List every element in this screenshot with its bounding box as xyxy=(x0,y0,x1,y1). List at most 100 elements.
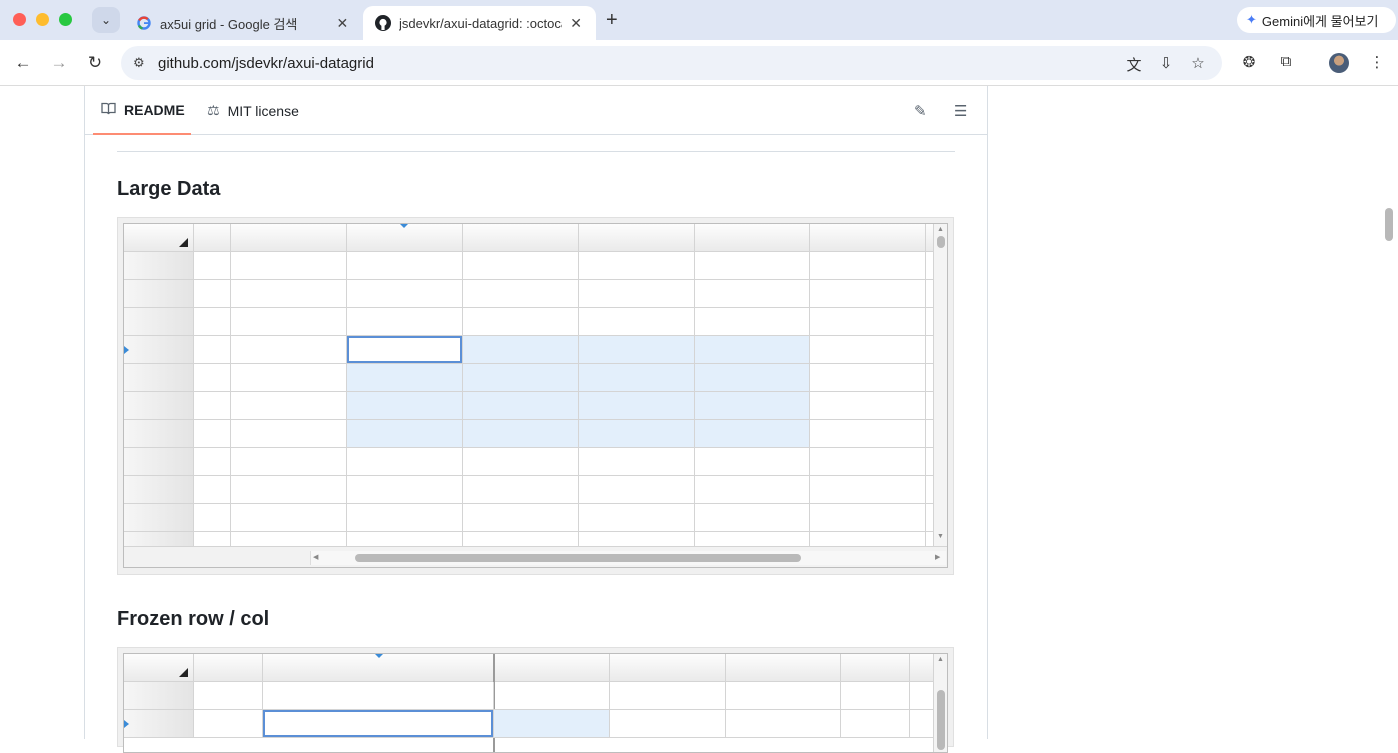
grid-cell[interactable] xyxy=(347,476,463,504)
grid-cell[interactable] xyxy=(695,308,810,336)
grid-cell[interactable] xyxy=(579,476,695,504)
grid-cell[interactable] xyxy=(810,336,926,364)
row-number[interactable] xyxy=(124,336,194,364)
grid-cell[interactable] xyxy=(194,252,231,280)
column-header[interactable] xyxy=(194,224,231,252)
grid-cell[interactable] xyxy=(231,476,347,504)
grid-cell[interactable] xyxy=(463,364,579,392)
grid-cell[interactable] xyxy=(347,364,463,392)
column-header[interactable] xyxy=(810,224,926,252)
grid-cell[interactable] xyxy=(347,280,463,308)
forward-arrow-icon[interactable]: → xyxy=(48,52,70,74)
grid-cell[interactable] xyxy=(695,336,810,364)
tab-search-button[interactable]: ⌄ xyxy=(92,7,120,33)
grid-cell[interactable] xyxy=(579,392,695,420)
grid-cell[interactable] xyxy=(610,682,726,710)
browser-menu-icon[interactable]: ⋮ xyxy=(1367,53,1387,71)
row-number[interactable] xyxy=(124,710,194,738)
grid-cell[interactable] xyxy=(347,420,463,448)
grid-cell[interactable] xyxy=(463,476,579,504)
grid-cell[interactable] xyxy=(463,336,579,364)
grid-cell[interactable] xyxy=(194,476,231,504)
grid-cell[interactable] xyxy=(194,448,231,476)
install-app-icon[interactable]: ⇩ xyxy=(1157,54,1175,72)
row-number[interactable] xyxy=(124,280,194,308)
grid-cell[interactable] xyxy=(194,308,231,336)
chatgpt-extension-icon[interactable]: ❂ xyxy=(1239,53,1259,71)
grid-cell[interactable] xyxy=(810,364,926,392)
row-number[interactable] xyxy=(124,476,194,504)
vertical-scrollbar[interactable]: ▲ ▼ xyxy=(933,224,947,546)
grid-cell[interactable] xyxy=(231,392,347,420)
grid-cell[interactable] xyxy=(463,280,579,308)
row-number[interactable] xyxy=(124,364,194,392)
grid-cell[interactable] xyxy=(194,420,231,448)
grid-cell[interactable] xyxy=(194,504,231,532)
grid-cell[interactable] xyxy=(695,476,810,504)
column-header[interactable] xyxy=(579,224,695,252)
edit-pencil-icon[interactable]: ✎ xyxy=(914,102,927,120)
grid-cell[interactable] xyxy=(579,308,695,336)
grid-cell[interactable] xyxy=(910,682,934,710)
gemini-button[interactable]: ✦ Gemini에게 물어보기 xyxy=(1237,7,1396,33)
grid-cell[interactable] xyxy=(347,252,463,280)
scroll-up-arrow-icon[interactable]: ▲ xyxy=(937,656,944,663)
vertical-scroll-thumb[interactable] xyxy=(937,690,945,750)
grid-cell[interactable] xyxy=(810,448,926,476)
grid-cell[interactable] xyxy=(231,420,347,448)
address-bar[interactable]: ⚙ github.com/jsdevkr/axui-datagrid 文 ⇩ ☆ xyxy=(121,46,1222,80)
grid-cell[interactable] xyxy=(579,420,695,448)
grid-cell[interactable] xyxy=(347,392,463,420)
site-settings-icon[interactable]: ⚙ xyxy=(133,55,145,71)
outline-list-icon[interactable]: ☰ xyxy=(954,102,967,120)
maximize-window-button[interactable] xyxy=(59,13,72,26)
grid-cell[interactable] xyxy=(347,504,463,532)
grid-cell[interactable] xyxy=(695,252,810,280)
scroll-left-arrow-icon[interactable]: ◀ xyxy=(313,553,318,561)
select-all-corner-icon[interactable] xyxy=(179,668,188,677)
column-header[interactable] xyxy=(841,654,910,682)
row-number[interactable] xyxy=(124,682,194,710)
scroll-up-arrow-icon[interactable]: ▲ xyxy=(937,226,944,233)
reload-icon[interactable]: ↻ xyxy=(84,52,106,74)
grid-cell[interactable] xyxy=(695,364,810,392)
grid-cell[interactable] xyxy=(695,504,810,532)
new-tab-button[interactable]: + xyxy=(606,9,618,32)
grid-cell[interactable] xyxy=(810,280,926,308)
grid-cell[interactable] xyxy=(231,364,347,392)
grid-cell[interactable] xyxy=(347,448,463,476)
grid-cell[interactable] xyxy=(194,364,231,392)
grid-cell[interactable] xyxy=(810,504,926,532)
grid-cell[interactable] xyxy=(463,504,579,532)
grid-cell[interactable] xyxy=(695,420,810,448)
grid-cell[interactable] xyxy=(463,448,579,476)
horizontal-scroll-thumb[interactable] xyxy=(355,554,801,562)
grid-cell[interactable] xyxy=(231,280,347,308)
grid-cell[interactable] xyxy=(579,252,695,280)
grid-cell[interactable] xyxy=(726,682,841,710)
column-header[interactable] xyxy=(463,224,579,252)
close-tab-icon[interactable]: ✕ xyxy=(568,15,584,32)
row-number[interactable] xyxy=(124,504,194,532)
scroll-down-arrow-icon[interactable]: ▼ xyxy=(937,533,944,540)
row-number[interactable] xyxy=(124,448,194,476)
grid-cell[interactable] xyxy=(726,710,841,738)
grid-cell[interactable] xyxy=(263,682,494,710)
horizontal-scrollbar[interactable]: ◀ ▶ xyxy=(310,551,946,565)
grid-cell[interactable] xyxy=(194,392,231,420)
vertical-scroll-thumb[interactable] xyxy=(937,236,945,248)
grid-cell[interactable] xyxy=(463,308,579,336)
minimize-window-button[interactable] xyxy=(36,13,49,26)
back-arrow-icon[interactable]: ← xyxy=(12,52,34,74)
grid-cell[interactable] xyxy=(194,280,231,308)
grid-cell[interactable] xyxy=(910,710,934,738)
grid-cell[interactable] xyxy=(579,448,695,476)
grid-cell[interactable] xyxy=(810,252,926,280)
translate-icon[interactable]: 文 xyxy=(1125,54,1143,75)
browser-tab-google[interactable]: ax5ui grid - Google 검색 ✕ xyxy=(124,6,362,40)
vertical-scrollbar[interactable]: ▲ xyxy=(933,654,947,752)
page-scrollbar-thumb[interactable] xyxy=(1385,208,1393,241)
row-number[interactable] xyxy=(124,252,194,280)
column-header[interactable] xyxy=(910,654,934,682)
grid-cell[interactable] xyxy=(695,280,810,308)
